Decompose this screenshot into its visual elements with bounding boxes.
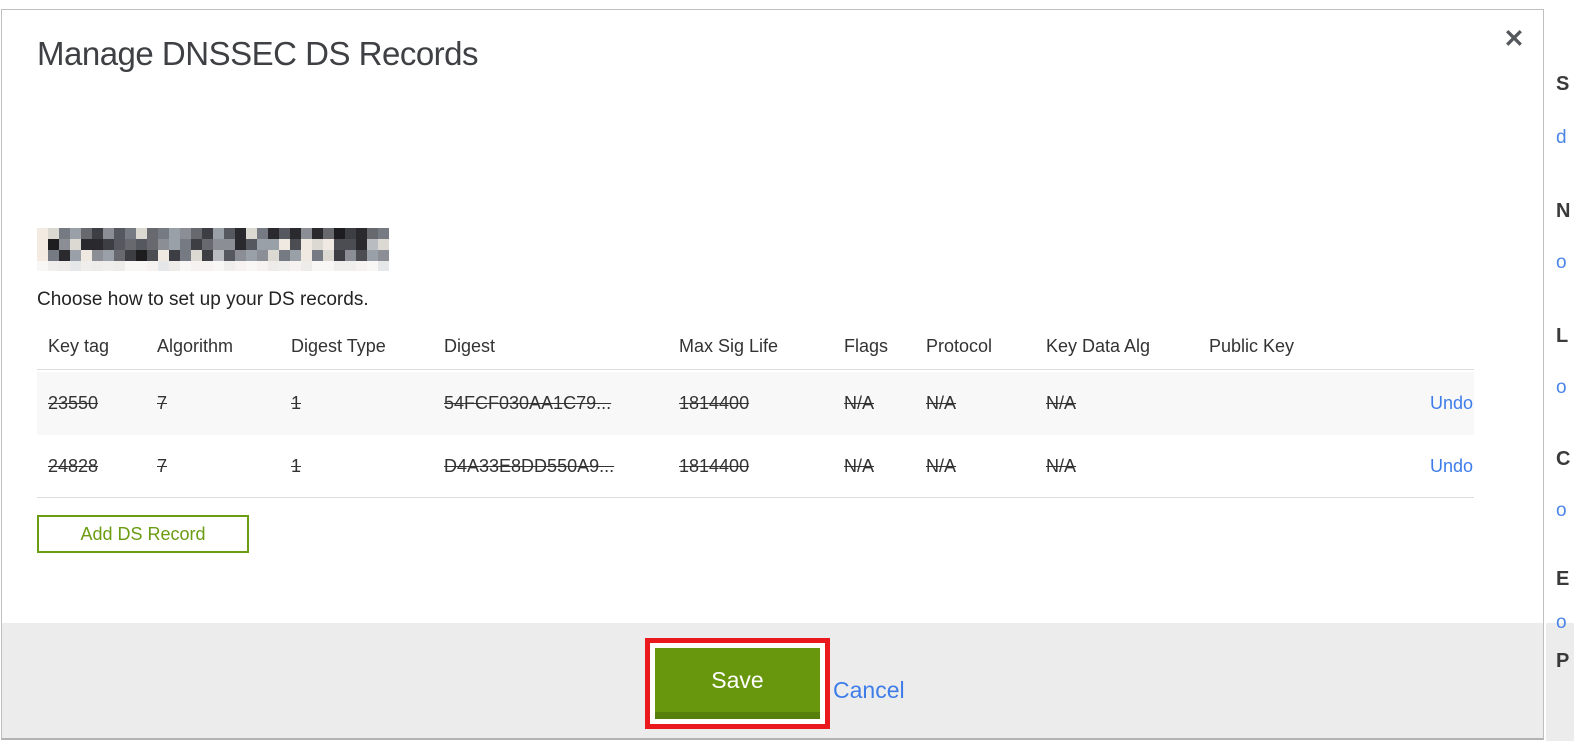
background-page-sliver: SdNoLoCoEoP	[1546, 0, 1574, 746]
table-row: 24828 7 1 D4A33E8DD550A9... 1814400 N/A …	[37, 435, 1474, 498]
background-text-fragment: d	[1556, 127, 1567, 148]
cell-digest: D4A33E8DD550A9...	[444, 455, 615, 476]
cell-max-sig-life: 1814400	[679, 393, 750, 413]
ds-records-table: Key tag Algorithm Digest Type Digest Max…	[37, 330, 1474, 498]
col-header-key-tag: Key tag	[48, 336, 110, 356]
background-footer-sliver	[1546, 623, 1574, 741]
background-text-fragment: E	[1556, 568, 1570, 590]
table-row: 23550 7 1 54FCF030AA1C79... 1814400 N/A …	[37, 372, 1474, 435]
instruction-text: Choose how to set up your DS records.	[37, 289, 369, 310]
cell-digest: 54FCF030AA1C79...	[444, 393, 612, 413]
add-ds-record-button[interactable]: Add DS Record	[37, 515, 249, 553]
dialog-footer: Save Cancel	[2, 623, 1543, 738]
col-header-digest: Digest	[444, 336, 496, 356]
background-text-fragment: P	[1556, 650, 1570, 672]
background-text-fragment: o	[1556, 500, 1567, 521]
col-header-public-key: Public Key	[1209, 336, 1295, 356]
background-text-fragment: o	[1556, 252, 1567, 273]
cell-key-data-alg: N/A	[1046, 455, 1077, 476]
col-header-algorithm: Algorithm	[157, 336, 234, 356]
background-text-fragment: o	[1556, 377, 1567, 398]
close-icon[interactable]: ✕	[1498, 23, 1530, 55]
col-header-actions	[1370, 347, 1473, 353]
cell-key-data-alg: N/A	[1046, 393, 1077, 413]
red-annotation-box: Save	[645, 638, 830, 729]
cell-key-tag: 24828	[48, 455, 99, 476]
cell-algorithm: 7	[157, 455, 168, 476]
col-header-protocol: Protocol	[926, 336, 993, 356]
background-text-fragment: L	[1556, 325, 1569, 347]
col-header-key-data-alg: Key Data Alg	[1046, 336, 1151, 356]
cell-digest-type: 1	[291, 455, 302, 476]
screen: Manage DNSSEC DS Records ✕ Choose how to…	[0, 0, 1574, 746]
undo-link[interactable]: Undo	[1430, 456, 1473, 476]
background-text-fragment: S	[1556, 73, 1570, 95]
undo-link[interactable]: Undo	[1430, 393, 1473, 413]
col-header-max-sig-life: Max Sig Life	[679, 336, 779, 356]
cancel-link[interactable]: Cancel	[833, 677, 905, 704]
background-text-fragment: C	[1556, 448, 1571, 470]
cell-flags: N/A	[844, 393, 875, 413]
manage-dnssec-ds-records-dialog: Manage DNSSEC DS Records ✕ Choose how to…	[1, 9, 1544, 740]
cell-algorithm: 7	[157, 393, 168, 413]
col-header-digest-type: Digest Type	[291, 336, 386, 356]
col-header-flags: Flags	[844, 336, 889, 356]
save-button[interactable]: Save	[655, 648, 820, 719]
cell-protocol: N/A	[926, 393, 957, 413]
dialog-title: Manage DNSSEC DS Records	[37, 35, 479, 72]
background-text-fragment: o	[1556, 612, 1567, 633]
cell-max-sig-life: 1814400	[679, 455, 750, 476]
background-text-fragment: N	[1556, 200, 1571, 222]
cell-digest-type: 1	[291, 393, 302, 413]
cell-flags: N/A	[844, 455, 875, 476]
cell-protocol: N/A	[926, 455, 957, 476]
cell-key-tag: 23550	[48, 393, 99, 413]
redacted-domain-name	[37, 228, 389, 271]
table-header-row: Key tag Algorithm Digest Type Digest Max…	[37, 330, 1474, 370]
